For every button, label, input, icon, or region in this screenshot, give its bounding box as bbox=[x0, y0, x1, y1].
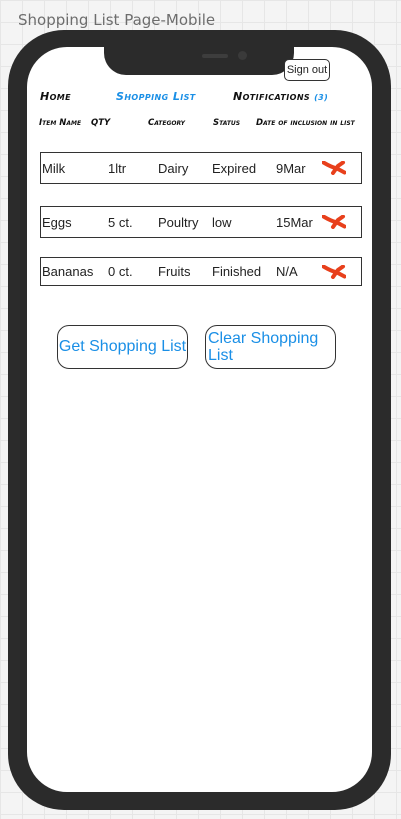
get-shopping-list-button[interactable]: Get Shopping List bbox=[57, 325, 188, 369]
item-qty: 5 ct. bbox=[108, 214, 133, 230]
item-status: Expired bbox=[212, 160, 257, 176]
camera-icon bbox=[238, 51, 247, 60]
item-category: Poultry bbox=[158, 214, 199, 230]
item-qty: 1ltr bbox=[108, 160, 127, 176]
column-header-date: Date of inclusion in list bbox=[256, 118, 355, 128]
nav-notifications[interactable]: Notifications (3) bbox=[233, 90, 328, 103]
list-item: Bananas 0 ct. Fruits Finished N/A bbox=[40, 257, 362, 286]
item-date: 9Mar bbox=[276, 160, 306, 176]
close-x-icon bbox=[322, 264, 346, 279]
item-name: Eggs bbox=[42, 214, 72, 230]
list-item: Eggs 5 ct. Poultry low 15Mar bbox=[40, 206, 362, 238]
phone-frame: Sign out Home Shopping List Notification… bbox=[8, 30, 391, 810]
item-category: Dairy bbox=[158, 160, 189, 176]
sign-out-button[interactable]: Sign out bbox=[284, 59, 330, 81]
item-name: Milk bbox=[42, 160, 66, 176]
clear-shopping-list-button[interactable]: Clear Shopping List bbox=[205, 325, 336, 369]
item-status: Finished bbox=[212, 264, 262, 279]
speaker-icon bbox=[202, 54, 228, 58]
close-x-icon bbox=[322, 215, 346, 229]
close-x-icon bbox=[322, 161, 346, 175]
column-header-item-name: Item Name bbox=[39, 118, 82, 128]
nav-shopping-list[interactable]: Shopping List bbox=[116, 90, 196, 103]
column-header-category: Category bbox=[148, 118, 185, 128]
column-header-qty: QTY bbox=[91, 118, 111, 128]
phone-notch bbox=[104, 47, 294, 75]
nav-notifications-label: Notifications bbox=[233, 90, 311, 103]
phone-screen: Sign out Home Shopping List Notification… bbox=[27, 47, 372, 792]
item-name: Bananas bbox=[42, 264, 94, 279]
list-item: Milk 1ltr Dairy Expired 9Mar bbox=[40, 152, 362, 184]
item-date: 15Mar bbox=[276, 214, 313, 230]
delete-item-button[interactable] bbox=[322, 258, 346, 285]
canvas-title: Shopping List Page-Mobile bbox=[18, 11, 216, 29]
delete-item-button[interactable] bbox=[322, 207, 346, 237]
nav-home[interactable]: Home bbox=[40, 90, 71, 103]
column-header-status: Status bbox=[213, 118, 241, 128]
delete-item-button[interactable] bbox=[322, 153, 346, 183]
item-date: N/A bbox=[276, 264, 298, 279]
item-category: Fruits bbox=[158, 264, 191, 279]
item-status: low bbox=[212, 214, 232, 230]
item-qty: 0 ct. bbox=[108, 264, 133, 279]
notifications-count-badge: (3) bbox=[314, 93, 329, 102]
